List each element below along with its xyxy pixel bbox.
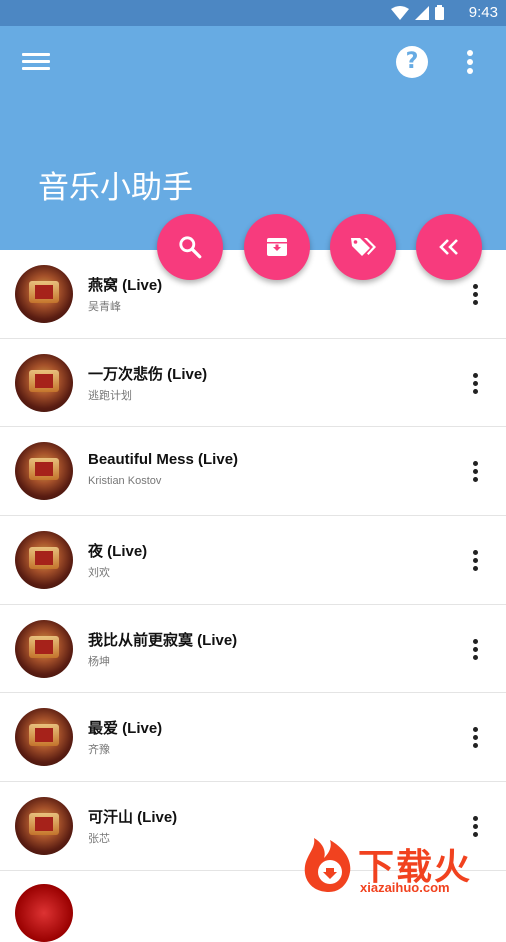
song-title: 一万次悲伤 (Live)	[88, 365, 208, 383]
flame-logo-icon	[304, 838, 351, 892]
song-artist: Kristian Kostov	[88, 475, 162, 488]
song-row[interactable]: 夜 (Live) 刘欢	[0, 516, 506, 605]
signal-icon	[415, 5, 429, 20]
menu-icon[interactable]	[16, 46, 56, 78]
album-cover	[15, 797, 73, 856]
status-bar: 9:43	[0, 0, 506, 26]
song-title: 我比从前更寂寞 (Live)	[88, 631, 238, 649]
song-artist: 杨坤	[88, 655, 110, 668]
album-cover	[15, 884, 73, 942]
song-row[interactable]: 我比从前更寂寞 (Live) 杨坤	[0, 605, 506, 694]
song-more-icon[interactable]	[464, 544, 488, 578]
song-title: Beautiful Mess (Live)	[88, 451, 239, 469]
song-more-icon[interactable]	[464, 633, 488, 667]
watermark-url: xiazaihuo.com	[360, 880, 450, 895]
watermark: 下载火 xiazaihuo.com	[300, 836, 506, 900]
song-more-icon[interactable]	[464, 367, 488, 401]
more-vert-icon[interactable]	[458, 46, 482, 78]
song-row[interactable]: 一万次悲伤 (Live) 逃跑计划	[0, 339, 506, 428]
page-title: 音乐小助手	[38, 170, 193, 206]
song-title: 夜 (Live)	[88, 543, 148, 561]
album-cover	[15, 531, 73, 590]
archive-icon	[267, 238, 287, 256]
song-row[interactable]: 最爱 (Live) 齐豫	[0, 693, 506, 783]
tags-button[interactable]	[330, 214, 396, 280]
album-cover	[15, 619, 73, 678]
app-bar: ? 音乐小助手	[0, 26, 506, 250]
song-title: 燕窝 (Live)	[88, 277, 163, 294]
status-time: 9:43	[468, 4, 498, 21]
album-cover	[15, 708, 73, 767]
battery-icon	[435, 5, 444, 20]
song-artist: 刘欢	[88, 567, 110, 580]
tags-icon	[351, 238, 376, 256]
wifi-icon	[391, 5, 409, 20]
double-chevron-left-icon	[439, 239, 458, 255]
song-more-icon[interactable]	[464, 278, 488, 312]
song-artist: 逃跑计划	[88, 389, 132, 402]
help-icon[interactable]: ?	[396, 46, 428, 78]
song-title: 最爱 (Live)	[88, 720, 163, 738]
search-icon	[179, 236, 202, 259]
album-cover	[15, 353, 73, 412]
song-artist: 吴青峰	[88, 301, 121, 313]
album-cover	[15, 265, 73, 323]
album-cover	[15, 442, 73, 501]
status-icons	[391, 5, 444, 20]
song-title: 可汗山 (Live)	[88, 809, 178, 827]
collapse-button[interactable]	[416, 214, 482, 280]
song-artist: 齐豫	[88, 744, 110, 757]
song-list: 燕窝 (Live) 吴青峰 一万次悲伤 (Live) 逃跑计划 Beautifu…	[0, 250, 506, 871]
song-row[interactable]: Beautiful Mess (Live) Kristian Kostov	[0, 427, 506, 517]
song-more-icon[interactable]	[464, 721, 488, 755]
song-more-icon[interactable]	[464, 455, 488, 489]
search-button[interactable]	[157, 214, 223, 280]
song-artist: 张芯	[88, 833, 110, 846]
archive-button[interactable]	[244, 214, 310, 280]
